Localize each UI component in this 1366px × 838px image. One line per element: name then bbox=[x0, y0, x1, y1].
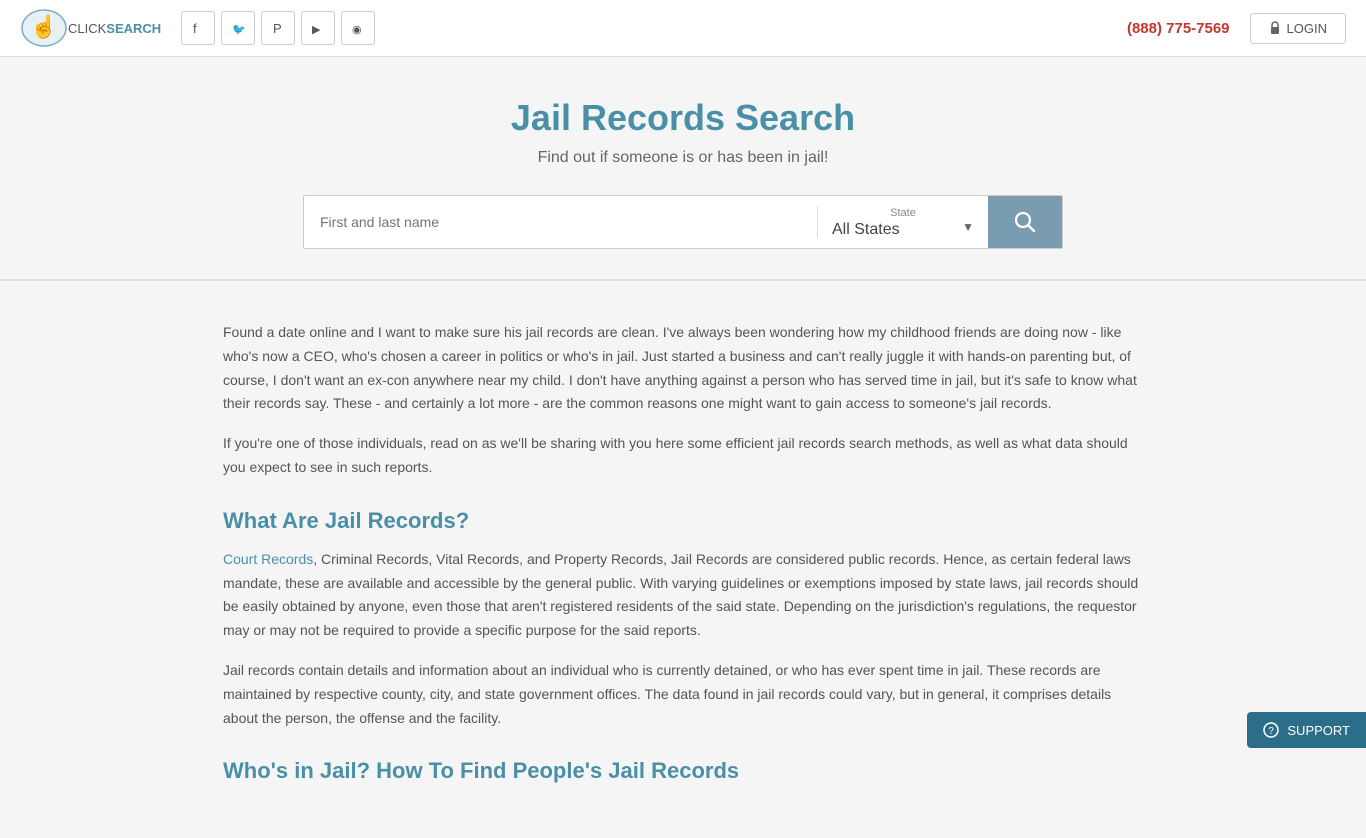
logo-icon: ☝ bbox=[20, 8, 68, 48]
youtube-icon[interactable]: ▶ bbox=[301, 11, 335, 45]
state-label: State bbox=[832, 207, 974, 219]
intro-paragraph-1: Found a date online and I want to make s… bbox=[223, 321, 1143, 416]
search-button[interactable] bbox=[988, 196, 1062, 248]
section1-heading: What Are Jail Records? bbox=[223, 508, 1143, 534]
twitter-icon[interactable]: 🐦 bbox=[221, 11, 255, 45]
support-button[interactable]: ? SUPPORT bbox=[1247, 712, 1366, 748]
social-icons-group: f 🐦 P ▶ ◉ bbox=[181, 11, 375, 45]
login-button[interactable]: LOGIN bbox=[1250, 13, 1346, 44]
section2-heading: Who's in Jail? How To Find People's Jail… bbox=[223, 758, 1143, 784]
hero-section: Jail Records Search Find out if someone … bbox=[0, 57, 1366, 281]
header-left: ☝ CLICKSEARCH f 🐦 P ▶ ◉ bbox=[20, 8, 375, 48]
login-label: LOGIN bbox=[1287, 21, 1327, 36]
court-records-link[interactable]: Court Records bbox=[223, 551, 313, 567]
intro-paragraph-2: If you're one of those individuals, read… bbox=[223, 432, 1143, 480]
search-bar: State All StatesAlabamaAlaskaArizonaArka… bbox=[303, 195, 1063, 249]
pinterest-icon[interactable]: P bbox=[261, 11, 295, 45]
svg-text:◉: ◉ bbox=[352, 24, 362, 35]
logo[interactable]: ☝ CLICKSEARCH bbox=[20, 8, 161, 48]
hero-subtitle: Find out if someone is or has been in ja… bbox=[20, 149, 1346, 167]
svg-text:P: P bbox=[273, 21, 282, 35]
svg-text:🐦: 🐦 bbox=[232, 24, 245, 35]
svg-text:☝: ☝ bbox=[30, 13, 57, 40]
search-icon bbox=[1014, 211, 1036, 233]
section1-paragraph-1: Court Records, Criminal Records, Vital R… bbox=[223, 548, 1143, 643]
support-label: SUPPORT bbox=[1287, 723, 1350, 738]
state-dropdown[interactable]: All StatesAlabamaAlaskaArizonaArkansasCa… bbox=[832, 221, 974, 238]
main-content: Found a date online and I want to make s… bbox=[203, 281, 1163, 838]
header-right: (888) 775-7569 LOGIN bbox=[1127, 13, 1346, 44]
facebook-icon[interactable]: f bbox=[181, 11, 215, 45]
name-search-input[interactable] bbox=[304, 196, 817, 248]
support-icon: ? bbox=[1263, 722, 1279, 738]
logo-click-text: CLICK bbox=[68, 21, 106, 36]
logo-search-text: SEARCH bbox=[106, 21, 161, 36]
phone-number: (888) 775-7569 bbox=[1127, 20, 1230, 37]
svg-text:?: ? bbox=[1269, 726, 1275, 737]
instagram-icon[interactable]: ◉ bbox=[341, 11, 375, 45]
page-title: Jail Records Search bbox=[20, 97, 1346, 139]
section1-paragraph-2: Jail records contain details and informa… bbox=[223, 659, 1143, 730]
lock-icon bbox=[1269, 21, 1281, 35]
svg-text:f: f bbox=[193, 21, 197, 35]
site-header: ☝ CLICKSEARCH f 🐦 P ▶ ◉ (888) 775-7569 bbox=[0, 0, 1366, 57]
state-select-wrapper: State All StatesAlabamaAlaskaArizonaArka… bbox=[818, 196, 988, 248]
svg-text:▶: ▶ bbox=[312, 24, 321, 35]
section1-paragraph-1-text: , Criminal Records, Vital Records, and P… bbox=[223, 551, 1138, 638]
